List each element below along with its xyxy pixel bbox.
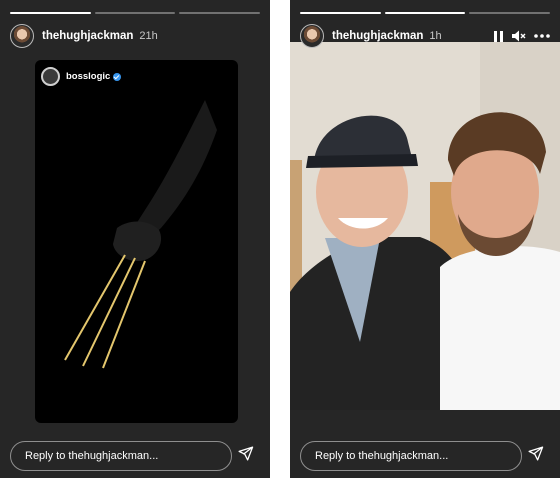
progress-segment [384, 12, 466, 14]
progress-segment [10, 12, 91, 14]
reply-input[interactable]: Reply to thehughjackman... [300, 441, 522, 471]
avatar[interactable] [10, 24, 34, 48]
verified-badge-icon [113, 72, 122, 81]
story-panel-right[interactable]: thehughjackman 1h Reply to thehughjackma… [290, 0, 560, 478]
story-progress-bar [10, 12, 261, 14]
story-time: 1h [429, 30, 442, 42]
progress-segment [94, 12, 176, 14]
story-photo [290, 42, 560, 410]
wolverine-claws-artwork [64, 100, 217, 369]
story-username[interactable]: thehughjackman [332, 30, 423, 42]
story-header: thehughjackman 1h [300, 24, 550, 48]
progress-segment [300, 12, 381, 14]
reply-bar: Reply to thehughjackman... [10, 440, 260, 472]
reply-placeholder: Reply to thehughjackman... [25, 450, 159, 462]
pause-icon[interactable] [494, 30, 504, 42]
speaker-muted-icon[interactable] [512, 30, 526, 42]
reshared-post-card[interactable]: bosslogic [35, 60, 238, 423]
paper-plane-icon[interactable] [527, 445, 544, 467]
reply-input[interactable]: Reply to thehughjackman... [10, 441, 232, 471]
more-dots-icon[interactable] [534, 34, 550, 38]
avatar[interactable] [300, 24, 324, 48]
reshared-avatar[interactable] [41, 67, 60, 86]
paper-plane-icon[interactable] [237, 445, 254, 467]
progress-segment [179, 12, 261, 14]
reply-placeholder: Reply to thehughjackman... [315, 450, 449, 462]
reshared-post-header: bosslogic [41, 67, 122, 86]
story-header: thehughjackman 21h [10, 24, 260, 48]
story-time: 21h [139, 30, 158, 42]
story-username[interactable]: thehughjackman [42, 30, 133, 42]
progress-segment [469, 12, 551, 14]
reshared-username[interactable]: bosslogic [66, 71, 110, 82]
story-progress-bar [300, 12, 551, 14]
reply-bar: Reply to thehughjackman... [300, 440, 550, 472]
story-panel-left[interactable]: thehughjackman 21h bosslogic Reply to th… [0, 0, 270, 478]
